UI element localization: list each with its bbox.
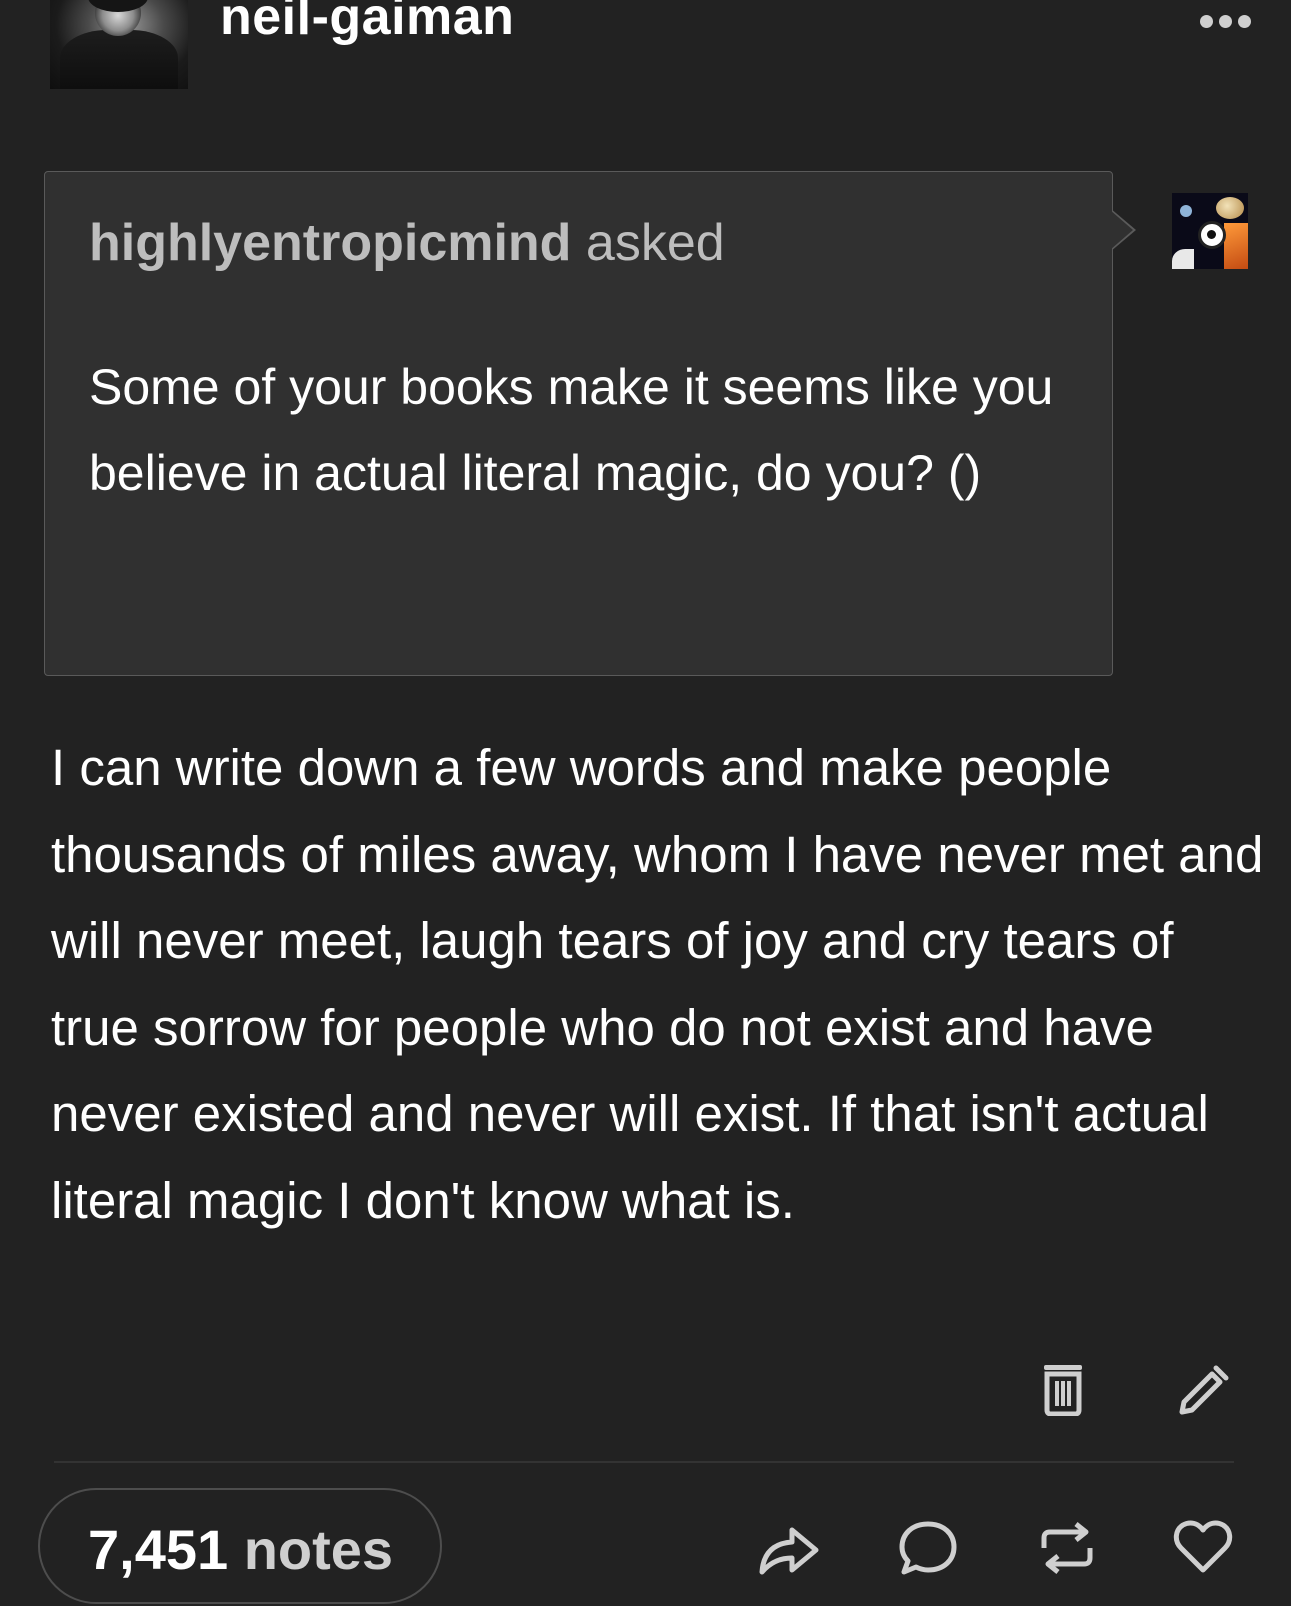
more-horizontal-icon[interactable]: [1200, 12, 1256, 30]
avatar-eye: [1198, 221, 1226, 249]
reblog-icon[interactable]: [1036, 1518, 1098, 1583]
blog-avatar[interactable]: [50, 0, 188, 89]
ask-box: highlyentropicmind asked Some of your bo…: [44, 171, 1113, 676]
divider: [54, 1461, 1234, 1463]
notes-button[interactable]: 7,451 notes: [38, 1488, 442, 1604]
dot: [1200, 14, 1213, 28]
blog-name[interactable]: neil-gaiman: [220, 0, 514, 48]
notes-count: 7,451: [88, 1518, 229, 1581]
asker-avatar[interactable]: [1172, 193, 1248, 269]
asker-verb: asked: [585, 214, 725, 272]
notes-text: 7,451 notes: [88, 1516, 393, 1583]
avatar-planet: [1216, 197, 1244, 219]
dot: [1238, 14, 1251, 28]
avatar-figure: [60, 30, 178, 89]
avatar-moon: [1180, 205, 1192, 217]
notes-label: notes: [243, 1518, 394, 1581]
answer-text: I can write down a few words and make pe…: [51, 739, 1264, 1229]
question-text: Some of your books make it seems like yo…: [89, 359, 1054, 501]
pencil-icon[interactable]: [1176, 1362, 1230, 1421]
trash-icon[interactable]: [1040, 1362, 1086, 1421]
share-icon[interactable]: [756, 1518, 822, 1583]
comment-icon[interactable]: [898, 1518, 958, 1583]
asker-name[interactable]: highlyentropicmind: [89, 214, 571, 272]
ask-pointer-fill: [1110, 210, 1133, 250]
asker-line: highlyentropicmind asked: [89, 212, 725, 274]
avatar-corner: [1172, 249, 1194, 269]
dot: [1219, 14, 1232, 28]
heart-icon[interactable]: [1172, 1518, 1234, 1581]
avatar-orange-shape: [1224, 223, 1248, 269]
post: neil-gaiman highlyentropicmind asked Som…: [0, 0, 1291, 1606]
